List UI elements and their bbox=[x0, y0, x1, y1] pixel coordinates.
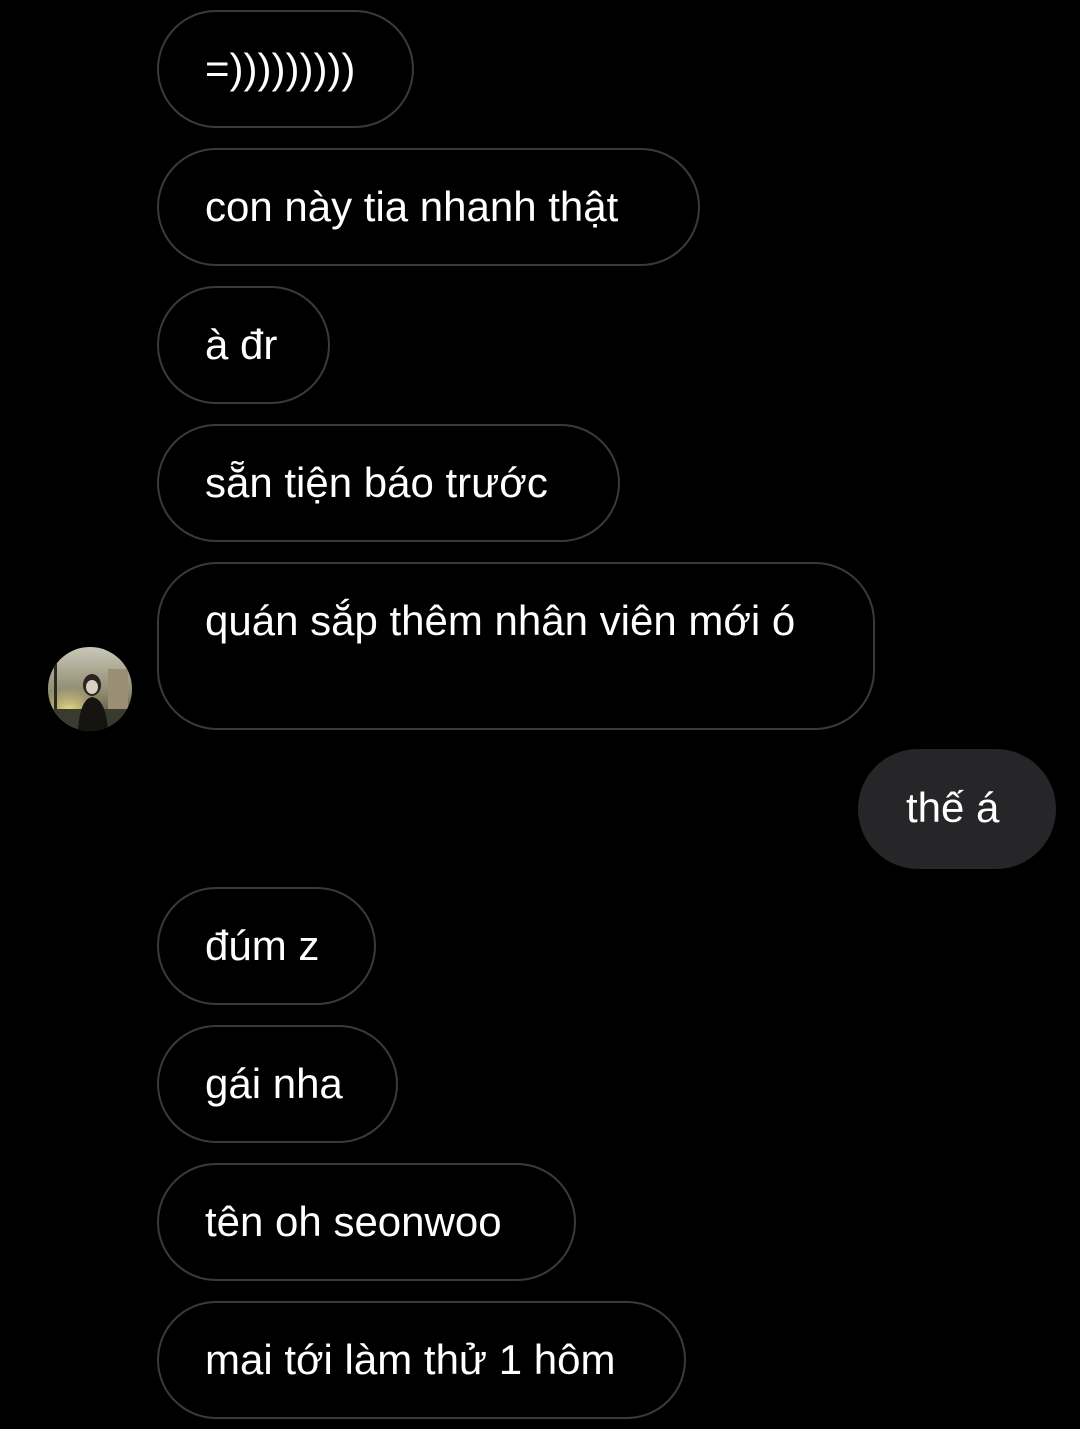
outgoing-message-bubble[interactable]: thế á bbox=[858, 749, 1056, 869]
contact-avatar[interactable] bbox=[48, 647, 132, 731]
message-text: con này tia nhanh thật bbox=[205, 183, 619, 230]
incoming-message-bubble[interactable]: =))))))))) bbox=[157, 10, 414, 128]
incoming-message-bubble[interactable]: tên oh seonwoo bbox=[157, 1163, 576, 1281]
avatar-photo-icon bbox=[48, 647, 132, 731]
incoming-message-bubble[interactable]: con này tia nhanh thật bbox=[157, 148, 700, 266]
incoming-message-bubble[interactable]: quán sắp thêm nhân viên mới ó bbox=[157, 562, 875, 730]
chat-thread: =))))))))) con này tia nhanh thật à đr s… bbox=[0, 0, 1080, 1429]
message-text: =))))))))) bbox=[205, 45, 356, 92]
message-text: mai tới làm thử 1 hôm bbox=[205, 1336, 616, 1383]
incoming-message-bubble[interactable]: gái nha bbox=[157, 1025, 398, 1143]
message-text: tên oh seonwoo bbox=[205, 1198, 502, 1245]
message-text: đúm z bbox=[205, 922, 320, 969]
message-text: sẵn tiện báo trước bbox=[205, 459, 548, 506]
incoming-message-bubble[interactable]: đúm z bbox=[157, 887, 376, 1005]
incoming-message-bubble[interactable]: mai tới làm thử 1 hôm bbox=[157, 1301, 686, 1419]
message-text: à đr bbox=[205, 321, 278, 368]
message-text: quán sắp thêm nhân viên mới ó bbox=[205, 597, 796, 644]
incoming-message-bubble[interactable]: sẵn tiện báo trước bbox=[157, 424, 620, 542]
message-text: gái nha bbox=[205, 1060, 343, 1107]
message-text: thế á bbox=[906, 784, 1000, 831]
incoming-message-bubble[interactable]: à đr bbox=[157, 286, 330, 404]
